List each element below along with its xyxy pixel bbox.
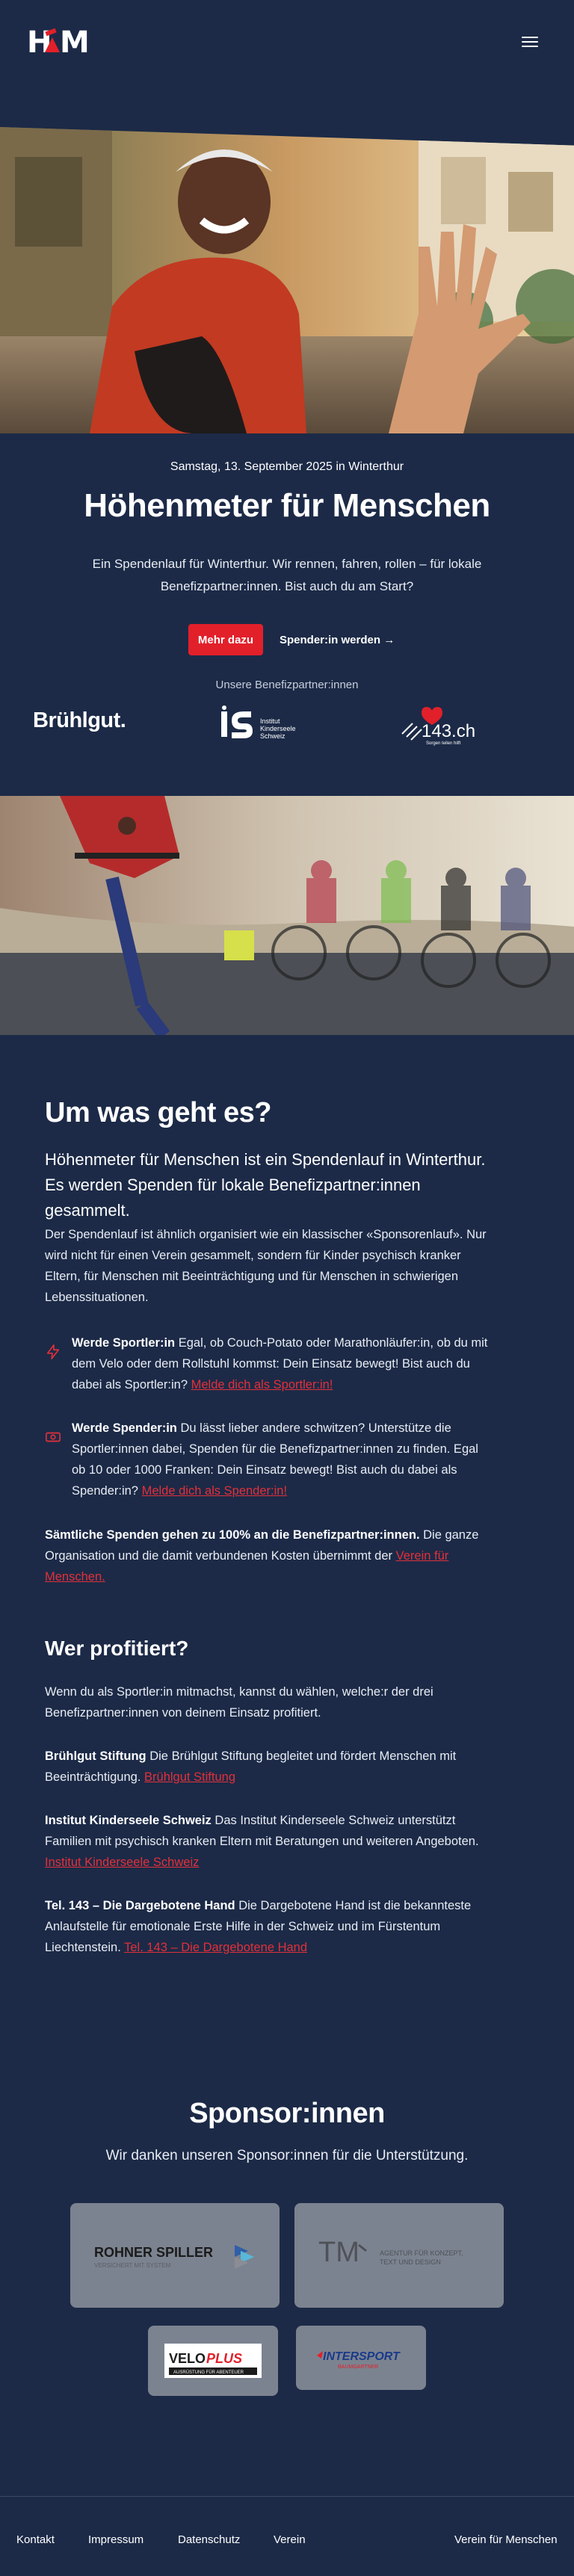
bruhlgut-link[interactable]: Brühlgut Stiftung — [144, 1770, 235, 1784]
sponsors-title: Sponsor:innen — [189, 2098, 385, 2129]
footer-divider — [0, 2496, 574, 2497]
svg-text:VERSICHERT MIT SYSTEM: VERSICHERT MIT SYSTEM — [94, 2262, 171, 2269]
about-title: Um was geht es? — [45, 1097, 271, 1128]
register-donor-link[interactable]: Melde dich als Spender:in! — [142, 1484, 287, 1498]
site-header: H M — [0, 0, 574, 84]
become-donor-text: Werde Spender:in Du lässt lieber andere … — [72, 1421, 478, 1498]
svg-text:VELO: VELO — [169, 2351, 206, 2366]
svg-text:Schweiz: Schweiz — [260, 732, 286, 740]
sponsor-card-rohner-spiller[interactable]: ROHNER SPILLER VERSICHERT MIT SYSTEM — [70, 2203, 280, 2308]
svg-text:TM: TM — [318, 2237, 359, 2268]
tel143-link[interactable]: Tel. 143 – Die Dargebotene Hand — [124, 1941, 307, 1954]
svg-text:AGENTUR FÜR KONZEPT,: AGENTUR FÜR KONZEPT, — [380, 2249, 463, 2257]
donations-full-text: Sämtliche Spenden gehen zu 100% an die B… — [45, 1528, 479, 1584]
more-info-button[interactable]: Mehr dazu — [188, 624, 263, 655]
sponsors-subtitle: Wir danken unseren Sponsor:innen für die… — [105, 2148, 469, 2163]
about-lead: Höhenmeter für Menschen ist ein Spendenl… — [45, 1150, 486, 1220]
become-athlete-text: Werde Sportler:in Egal, ob Couch-Potato … — [72, 1336, 488, 1392]
kinderseele-link[interactable]: Institut Kinderseele Schweiz — [45, 1856, 199, 1869]
svg-text:Kinderseele: Kinderseele — [260, 725, 296, 732]
become-donor-link[interactable]: Spender:in werden → — [280, 624, 395, 655]
footer-link-kontakt[interactable]: Kontakt — [16, 2533, 55, 2546]
svg-text:AUSRÜSTUNG FÜR ABENTEUER: AUSRÜSTUNG FÜR ABENTEUER — [173, 2370, 244, 2375]
sponsor-card-intersport[interactable]: INTERSPORT BAUMGARTNER — [296, 2326, 426, 2390]
logo-letter-m: M — [60, 25, 88, 58]
svg-text:ROHNER SPILLER: ROHNER SPILLER — [94, 2245, 213, 2260]
svg-text:Sorgen teilen hilft: Sorgen teilen hilft — [426, 741, 461, 746]
sponsor-card-tm[interactable]: TM AGENTUR FÜR KONZEPT, TEXT UND DESIGN — [294, 2203, 504, 2308]
cyclists-race-image — [0, 796, 574, 1035]
lightning-icon — [46, 1344, 60, 1359]
svg-text:TEXT UND DESIGN: TEXT UND DESIGN — [380, 2258, 441, 2266]
beneficiaries-intro: Wenn du als Sportler:in mitmachst, kanns… — [45, 1685, 433, 1720]
partner-logo-kinderseele[interactable]: Institut Kinderseele Schweiz — [220, 705, 302, 744]
footer-link-datenschutz[interactable]: Datenschutz — [178, 2533, 240, 2546]
hamburger-menu-icon[interactable] — [522, 34, 538, 49]
svg-text:BAUMGARTNER: BAUMGARTNER — [338, 2365, 378, 2370]
partner-logo-bruhlgut[interactable]: Brühlgut. — [33, 708, 126, 733]
partners-label: Unsere Benefizpartner:innen — [215, 679, 359, 691]
svg-text:Institut: Institut — [260, 717, 280, 725]
svg-text:INTERSPORT: INTERSPORT — [323, 2350, 401, 2363]
event-date: Samstag, 13. September 2025 in Winterthu… — [170, 460, 404, 473]
register-athlete-link[interactable]: Melde dich als Sportler:in! — [191, 1378, 333, 1392]
footer-link-verein[interactable]: Verein — [274, 2533, 306, 2546]
about-paragraph: Der Spendenlauf ist ähnlich organisiert … — [45, 1228, 487, 1304]
beneficiaries-title: Wer profitiert? — [45, 1637, 189, 1660]
svg-text:143.ch: 143.ch — [422, 721, 475, 741]
beneficiary-143: Tel. 143 – Die Dargebotene Hand Die Darg… — [45, 1899, 472, 1954]
sponsor-card-veloplus[interactable]: VELO PLUS AUSRÜSTUNG FÜR ABENTEUER — [148, 2326, 278, 2396]
beneficiary-kinderseele: Institut Kinderseele Schweiz Das Institu… — [45, 1814, 479, 1869]
banknote-icon — [46, 1432, 61, 1442]
footer-link-verein-fur-menschen[interactable]: Verein für Menschen — [454, 2533, 558, 2546]
hero-intro: Ein Spendenlauf für Winterthur. Wir renn… — [92, 557, 482, 593]
svg-text:PLUS: PLUS — [206, 2351, 242, 2366]
beneficiary-bruhlgut: Brühlgut Stiftung Die Brühlgut Stiftung … — [45, 1749, 457, 1784]
hero-image-cyclist — [0, 127, 574, 433]
partner-logo-143[interactable]: 143.ch Sorgen teilen hilft — [399, 704, 481, 746]
footer-link-impressum[interactable]: Impressum — [88, 2533, 144, 2546]
logo-letter-h: H — [27, 25, 50, 58]
page-title: Höhenmeter für Menschen — [84, 487, 490, 524]
site-logo[interactable]: H M — [27, 22, 99, 58]
